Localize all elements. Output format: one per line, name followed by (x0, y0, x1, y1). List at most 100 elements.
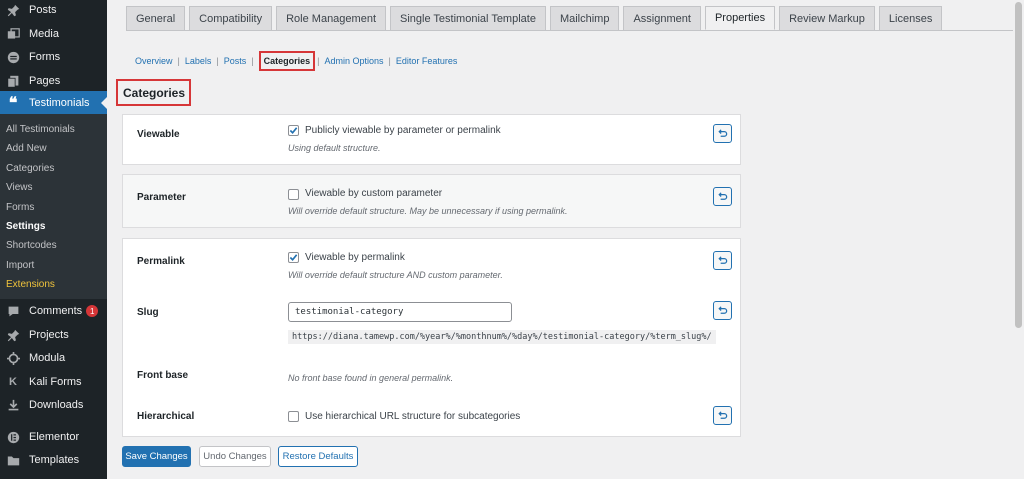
tab-review-markup[interactable]: Review Markup (779, 6, 875, 30)
undo-changes-button[interactable]: Undo Changes (199, 446, 271, 467)
menu-item-downloads[interactable]: Downloads (0, 393, 107, 417)
modula-icon (3, 348, 23, 368)
quote-icon: ❝ (8, 95, 18, 112)
subnav-editor-features[interactable]: Editor Features (396, 56, 458, 66)
subnav-admin-options[interactable]: Admin Options (324, 56, 383, 66)
menu-item-modula[interactable]: Modula (0, 346, 107, 370)
subnav-separator: | (251, 56, 254, 66)
properties-subnav: Overview | Labels | Posts | Categories |… (135, 51, 457, 71)
tab-properties[interactable]: Properties (704, 6, 776, 30)
menu-label: Elementor (29, 431, 80, 443)
undo-icon (718, 411, 728, 419)
submenu-shortcodes[interactable]: Shortcodes (6, 240, 57, 251)
save-changes-button[interactable]: Save Changes (122, 446, 191, 467)
restore-defaults-button[interactable]: Restore Defaults (278, 446, 358, 467)
menu-label: Pages (29, 75, 61, 87)
menu-label: Comments (29, 305, 83, 317)
parameter-panel: Parameter Viewable by custom parameter W… (122, 174, 741, 228)
tab-single-testimonial-template[interactable]: Single Testimonial Template (390, 6, 546, 30)
slug-label: Slug (137, 307, 159, 318)
subnav-labels[interactable]: Labels (185, 56, 212, 66)
permalink-reset-button[interactable] (713, 251, 732, 270)
hierarchical-reset-button[interactable] (713, 406, 732, 425)
subnav-categories-current[interactable]: Categories (258, 51, 316, 71)
submenu-views[interactable]: Views (6, 182, 33, 193)
downloads-icon (3, 395, 23, 415)
forms-icon (3, 47, 23, 67)
pushpin-icon (3, 0, 23, 20)
menu-label: Forms (29, 51, 61, 63)
parameter-checkbox-label[interactable]: Viewable by custom parameter (305, 188, 442, 199)
menu-label: Posts (29, 4, 57, 16)
tab-licenses[interactable]: Licenses (878, 6, 943, 30)
subnav-separator: | (388, 56, 391, 66)
submenu-extensions[interactable]: Extensions (6, 279, 55, 290)
menu-label: Testimonials (29, 97, 90, 109)
submenu-add-new[interactable]: Add New (6, 143, 47, 154)
folder-icon (3, 450, 23, 470)
menu-item-media[interactable]: Media (0, 22, 107, 46)
menu-item-comments[interactable]: Comments 1 (0, 299, 107, 323)
permalink-panel: Permalink Viewable by permalink Will ove… (122, 238, 741, 437)
tab-role-management[interactable]: Role Management (276, 6, 386, 30)
scrollbar-thumb[interactable] (1015, 2, 1022, 328)
menu-item-pages[interactable]: Pages (0, 69, 107, 93)
menu-item-kali-forms[interactable]: K Kali Forms (0, 370, 107, 394)
menu-item-testimonials[interactable]: ❝ Testimonials (0, 91, 107, 115)
menu-item-posts[interactable]: Posts (0, 0, 107, 22)
tabs-divider (126, 30, 1013, 31)
permalink-label: Permalink (137, 256, 185, 267)
tab-assignment[interactable]: Assignment (623, 6, 701, 30)
menu-label: Modula (29, 352, 66, 364)
menu-label: Media (29, 28, 59, 40)
pages-icon (3, 71, 23, 91)
viewable-reset-button[interactable] (713, 124, 732, 143)
submenu-import[interactable]: Import (6, 260, 34, 271)
media-icon (3, 24, 23, 44)
parameter-checkbox[interactable] (288, 189, 299, 200)
menu-label: Projects (29, 329, 69, 341)
front-base-hint: No front base found in general permalink… (288, 373, 454, 383)
settings-tabs: General Compatibility Role Management Si… (126, 6, 946, 30)
hierarchical-label: Hierarchical (137, 411, 195, 422)
menu-item-forms[interactable]: Forms (0, 45, 107, 69)
parameter-hint: Will override default structure. May be … (288, 206, 568, 216)
menu-item-projects[interactable]: Projects (0, 323, 107, 347)
tab-mailchimp[interactable]: Mailchimp (549, 6, 620, 30)
elementor-icon (3, 427, 23, 447)
slug-url-preview: https://diana.tamewp.com/%year%/%monthnu… (288, 330, 716, 344)
submenu-settings[interactable]: Settings (6, 221, 45, 232)
menu-label: Kali Forms (29, 376, 82, 388)
pushpin-icon (3, 325, 23, 345)
viewable-label: Viewable (137, 129, 180, 140)
checkmark-icon (289, 127, 298, 134)
hierarchical-checkbox-label[interactable]: Use hierarchical URL structure for subca… (305, 411, 520, 422)
front-base-label: Front base (137, 370, 189, 381)
page-scrollbar[interactable] (1013, 0, 1024, 479)
tab-compatibility[interactable]: Compatibility (189, 6, 273, 30)
kali-icon: K (9, 376, 17, 388)
submenu-forms[interactable]: Forms (6, 202, 34, 213)
hierarchical-checkbox[interactable] (288, 411, 299, 422)
menu-item-templates[interactable]: Templates (0, 448, 107, 472)
subnav-separator: | (317, 56, 320, 66)
tab-general[interactable]: General (126, 6, 186, 30)
subnav-overview[interactable]: Overview (135, 56, 173, 66)
parameter-reset-button[interactable] (713, 187, 732, 206)
viewable-checkbox-label[interactable]: Publicly viewable by parameter or permal… (305, 125, 501, 136)
undo-icon (718, 129, 728, 137)
admin-sidebar: Posts Media Forms Pages ❝ Testimonials A… (0, 0, 107, 479)
submenu-all-testimonials[interactable]: All Testimonials (6, 124, 75, 135)
viewable-checkbox[interactable] (288, 125, 299, 136)
slug-input[interactable] (288, 302, 512, 322)
viewable-hint: Using default structure. (288, 143, 381, 153)
slug-reset-button[interactable] (713, 301, 732, 320)
submenu-categories[interactable]: Categories (6, 163, 54, 174)
testimonials-submenu: All Testimonials Add New Categories View… (0, 114, 107, 299)
undo-icon (718, 306, 728, 314)
active-indicator (101, 97, 107, 109)
permalink-checkbox-label[interactable]: Viewable by permalink (305, 252, 405, 263)
subnav-posts[interactable]: Posts (224, 56, 247, 66)
menu-item-elementor[interactable]: Elementor (0, 425, 107, 449)
permalink-checkbox[interactable] (288, 252, 299, 263)
